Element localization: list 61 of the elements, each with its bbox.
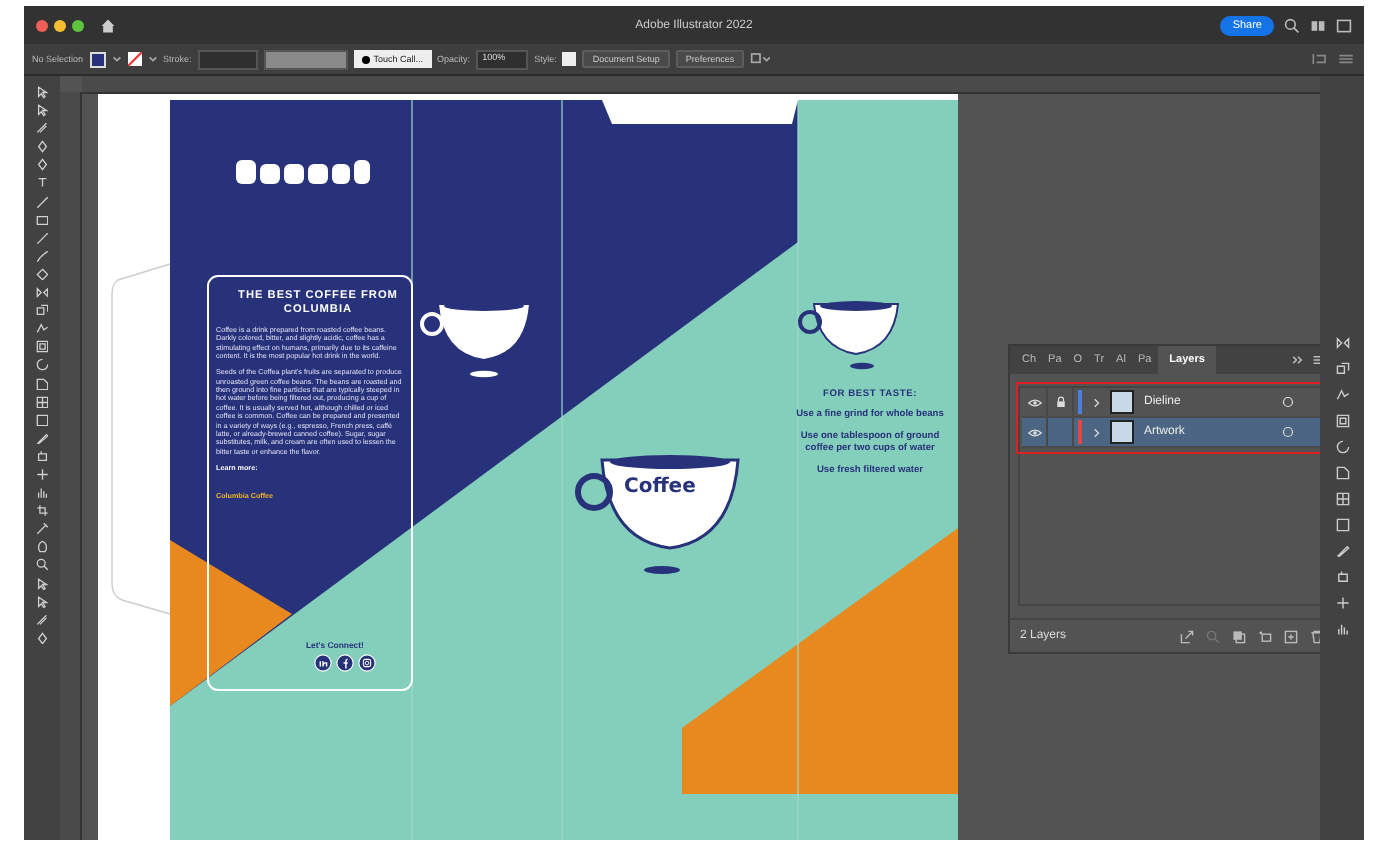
arrange-icon[interactable] [750,52,771,66]
camera-icon [358,654,376,672]
tool-icon[interactable] [35,340,49,354]
menu-icon[interactable] [1336,52,1356,66]
cup-drawing [798,301,899,370]
search-icon[interactable] [1284,17,1300,33]
lock-icon[interactable] [1055,396,1065,408]
tool-icon[interactable] [35,395,49,409]
add-icon[interactable] [1284,629,1298,643]
caret-icon[interactable] [111,54,122,64]
logo-drawing [236,160,370,184]
panel-icon[interactable] [1335,388,1349,402]
align-icon[interactable] [1310,52,1330,66]
tool-icon[interactable] [35,522,49,536]
panel-icon[interactable] [1335,596,1349,610]
panel-icon[interactable] [1335,414,1349,428]
cup-drawing [420,301,531,378]
caret-icon[interactable] [147,54,158,64]
target-icon[interactable] [1282,396,1294,408]
panel-icon[interactable] [1335,622,1349,636]
target-icon[interactable] [1282,426,1294,438]
tool-icon[interactable] [35,304,49,318]
social-icon [314,654,332,672]
social-icon [336,654,354,672]
zoom-button[interactable] [72,19,84,31]
layer-thumbnail [1110,420,1134,444]
tool-icon[interactable] [35,613,49,627]
home-icon[interactable] [100,17,116,33]
minimize-button[interactable] [54,19,66,31]
new-sublayer-icon[interactable] [1258,629,1272,643]
layer-thumbnail [1110,390,1134,414]
trash-icon[interactable] [1310,629,1320,643]
clipping-mask-icon[interactable] [1232,629,1246,643]
window-icon[interactable] [1336,17,1352,33]
close-button[interactable] [36,19,48,31]
tool-icon[interactable] [35,322,49,336]
tool-icon[interactable] [35,486,49,500]
tool-icon[interactable] [35,122,49,136]
collapse-icon[interactable] [1290,352,1306,368]
panel-icon[interactable] [1335,336,1349,350]
fill-swatch[interactable] [89,51,106,67]
eye-icon[interactable] [1027,427,1041,437]
stroke-swatch[interactable] [127,52,142,66]
tool-icon[interactable] [35,504,49,518]
export-icon[interactable] [1180,629,1194,643]
panel-icon[interactable] [1335,570,1349,584]
tool-icon[interactable] [35,631,49,645]
panel-icon[interactable] [1335,492,1349,506]
variable-width-field[interactable] [263,49,348,69]
tool-icon[interactable] [35,176,49,190]
cup-label: Coffee [624,476,696,498]
tool-icon[interactable] [35,558,49,572]
tool-icon[interactable] [35,467,49,481]
style-swatch[interactable] [562,52,577,66]
panel-icon[interactable] [1335,362,1349,376]
stroke-weight-field[interactable] [197,49,258,69]
tool-icon[interactable] [35,286,49,300]
tool-icon[interactable] [35,449,49,463]
tool-icon[interactable] [35,540,49,554]
eye-icon[interactable] [1027,397,1041,407]
layout-icon[interactable] [1310,17,1326,33]
